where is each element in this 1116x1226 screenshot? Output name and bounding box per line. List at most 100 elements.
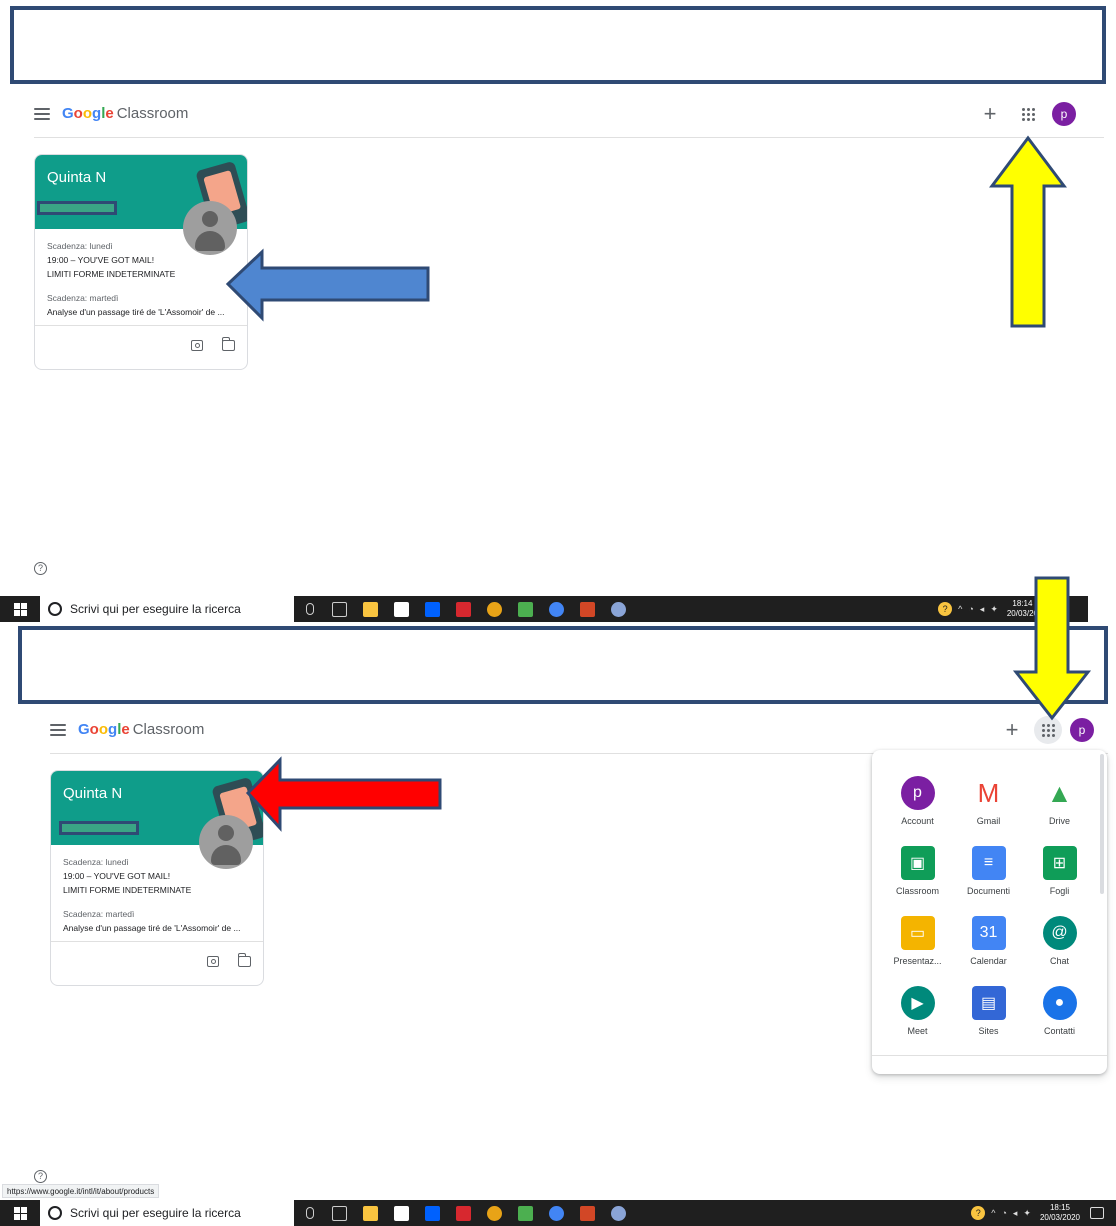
account-avatar[interactable]: p <box>1070 718 1094 742</box>
clock-time: 18:15 <box>1049 1203 1070 1212</box>
open-folder-icon[interactable] <box>221 337 235 351</box>
google-apps-menu: p Account M Gmail ▲ Drive ▣ Classroom ≡ Documenti… <box>872 750 1107 1074</box>
assignment-link[interactable]: 19:00 – YOU'VE GOT MAIL! <box>63 869 251 883</box>
acrobat-icon[interactable] <box>456 1205 471 1221</box>
open-your-work-icon[interactable] <box>191 340 203 351</box>
gmail-icon: M <box>977 777 1000 808</box>
taskbar-clock[interactable]: 18:14 20/03/20 <box>1007 599 1038 619</box>
app-tile-gmail[interactable]: M Gmail <box>953 750 1024 838</box>
main-menu-icon[interactable] <box>34 107 50 120</box>
app-label: Fogli <box>1049 886 1070 896</box>
app-tile-sites[interactable]: ▤ Sites <box>953 978 1024 1048</box>
windows-start-icon[interactable] <box>0 1200 40 1226</box>
assignment-link[interactable]: Analyse d'un passage tiré de 'L'Assomoir… <box>47 305 235 319</box>
task-view-icon[interactable] <box>332 601 347 617</box>
due-label: Scadenza: martedì <box>63 909 135 919</box>
open-your-work-icon[interactable] <box>207 956 219 967</box>
powerpoint-icon[interactable] <box>580 1205 595 1221</box>
app-label: Chat <box>1049 956 1069 966</box>
apps-menu-grid: p Account M Gmail ▲ Drive ▣ Classroom ≡ Documenti… <box>882 750 1094 1048</box>
help-tray-icon[interactable]: ? <box>971 1206 986 1220</box>
assignment-link[interactable]: 19:00 – YOU'VE GOT MAIL! <box>47 253 235 267</box>
classroom-icon: ▣ <box>900 846 935 880</box>
action-center-icon[interactable] <box>1090 1207 1104 1219</box>
google-apps-button[interactable] <box>1034 716 1062 744</box>
microphone-icon[interactable] <box>306 1207 314 1219</box>
class-title[interactable]: Quinta N <box>47 169 106 186</box>
class-card[interactable]: Quinta N Scadenza: lunedì 19:00 – YOU'VE… <box>34 154 248 370</box>
cortana-icon <box>48 1206 62 1220</box>
app-tile-contatti[interactable]: ● Contatti <box>1024 978 1095 1048</box>
tray-chevron-icon[interactable]: ^ <box>958 604 962 614</box>
open-folder-icon[interactable] <box>237 953 251 967</box>
slides-icon: ▭ <box>900 916 935 950</box>
docs-icon: ≡ <box>971 846 1006 880</box>
snipping-tool-icon[interactable] <box>611 1205 626 1221</box>
network-icon[interactable]: ◔ <box>1001 1208 1006 1218</box>
app-label: Sites <box>978 1026 999 1036</box>
dropbox-icon[interactable] <box>425 1205 440 1221</box>
chrome-profile-icon[interactable] <box>549 601 564 617</box>
kaspersky-icon[interactable] <box>518 601 533 617</box>
app-tile-chat[interactable]: @ Chat <box>1024 908 1095 978</box>
app-tile-meet[interactable]: ▶ Meet <box>882 978 953 1048</box>
assignment-link[interactable]: LIMITI FORME INDETERMINATE <box>47 267 235 281</box>
dropbox-tray-icon[interactable]: ✦ <box>990 604 998 615</box>
task-view-icon[interactable] <box>332 1205 347 1221</box>
help-icon[interactable]: ? <box>34 1170 47 1183</box>
snipping-tool-icon[interactable] <box>611 601 626 617</box>
taskbar-clock[interactable]: 18:15 20/03/2020 <box>1040 1203 1080 1223</box>
chrome-icon[interactable] <box>487 1205 502 1221</box>
create-join-class-button[interactable]: + <box>1002 719 1022 741</box>
chrome-icon[interactable] <box>487 601 502 617</box>
app-tile-calendar[interactable]: 31 Calendar <box>953 908 1024 978</box>
app-tile-fogli[interactable]: ⊞ Fogli <box>1024 838 1095 908</box>
volume-icon[interactable]: ◂ <box>980 604 985 615</box>
app-label: Gmail <box>976 816 1001 826</box>
class-title[interactable]: Quinta N <box>63 785 122 802</box>
main-menu-icon[interactable] <box>50 723 66 736</box>
file-explorer-icon[interactable] <box>363 1205 378 1221</box>
help-icon[interactable]: ? <box>34 562 47 575</box>
assignment-link[interactable]: LIMITI FORME INDETERMINATE <box>63 883 251 897</box>
acrobat-icon[interactable] <box>456 601 471 617</box>
account-avatar[interactable]: p <box>1052 102 1076 126</box>
kaspersky-icon[interactable] <box>518 1205 533 1221</box>
taskbar-search-box[interactable]: Scrivi qui per eseguire la ricerca <box>40 596 294 622</box>
cortana-icon <box>48 602 62 616</box>
app-label: Classroom <box>895 886 939 896</box>
class-card-footer <box>35 325 247 369</box>
redacted-browser-bar <box>10 6 1106 84</box>
redacted-browser-bar <box>18 626 1108 704</box>
volume-icon[interactable]: ◂ <box>1013 1208 1018 1219</box>
chrome-profile-icon[interactable] <box>549 1205 564 1221</box>
google-classroom-logo[interactable]: Google Classroom <box>62 105 188 122</box>
assignment-link[interactable]: Analyse d'un passage tiré de 'L'Assomoir… <box>63 921 251 935</box>
app-tile-drive[interactable]: ▲ Drive <box>1024 750 1095 838</box>
store-icon[interactable] <box>394 601 409 617</box>
file-explorer-icon[interactable] <box>363 601 378 617</box>
store-icon[interactable] <box>394 1205 409 1221</box>
class-card[interactable]: Quinta N Scadenza: lunedì 19:00 – YOU'VE… <box>50 770 264 986</box>
help-tray-icon[interactable]: ? <box>938 602 953 616</box>
classroom-appbar: Google Classroom + p <box>50 706 1108 754</box>
network-icon[interactable]: ◔ <box>968 604 973 614</box>
apps-menu-scrollbar[interactable] <box>1100 754 1104 894</box>
google-apps-button[interactable] <box>1014 100 1042 128</box>
dropbox-icon[interactable] <box>425 601 440 617</box>
tray-chevron-icon[interactable]: ^ <box>991 1208 995 1218</box>
app-tile-classroom[interactable]: ▣ Classroom <box>882 838 953 908</box>
taskbar-search-box[interactable]: Scrivi qui per eseguire la ricerca <box>40 1200 294 1226</box>
dropbox-tray-icon[interactable]: ✦ <box>1023 1208 1031 1219</box>
create-join-class-button[interactable]: + <box>980 103 1000 125</box>
teacher-avatar-icon <box>199 815 253 869</box>
app-tile-documenti[interactable]: ≡ Documenti <box>953 838 1024 908</box>
redacted-section-name <box>59 821 139 835</box>
powerpoint-icon[interactable] <box>580 601 595 617</box>
windows-start-icon[interactable] <box>0 596 40 622</box>
app-label: Documenti <box>966 886 1011 896</box>
app-tile-account[interactable]: p Account <box>882 750 953 838</box>
app-tile-presentaz[interactable]: ▭ Presentaz... <box>882 908 953 978</box>
google-classroom-logo[interactable]: Google Classroom <box>78 721 204 738</box>
microphone-icon[interactable] <box>306 603 314 615</box>
